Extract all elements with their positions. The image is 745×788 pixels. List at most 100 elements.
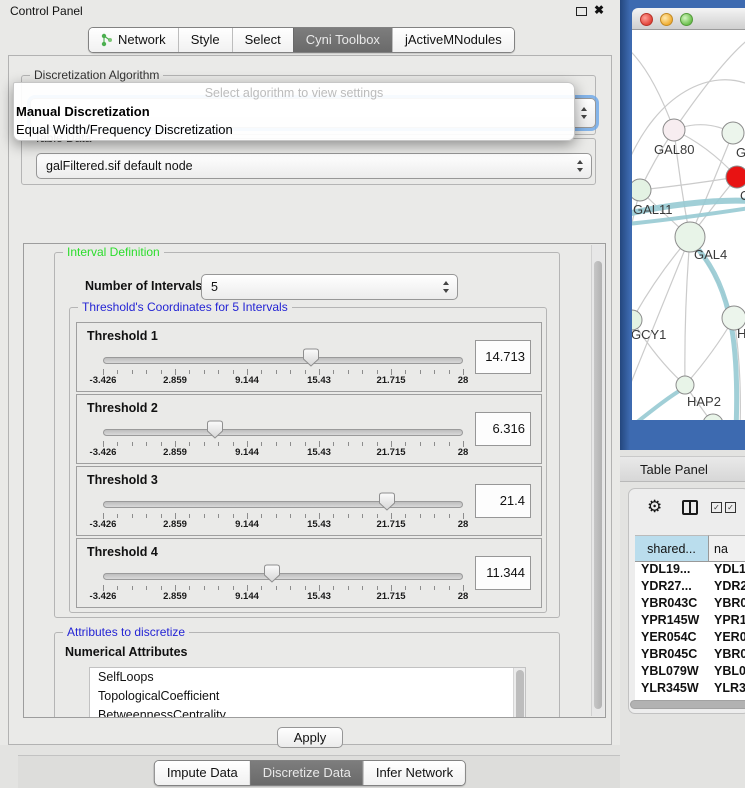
slider-thumb[interactable] [262, 563, 282, 583]
threshold-value-field[interactable]: 21.4 [475, 484, 531, 518]
cell-shared-name[interactable]: YBR045C [635, 647, 709, 664]
gear-icon[interactable]: ⚙ [647, 497, 662, 517]
control-panel-titlebar: Control Panel ✖ [0, 0, 620, 22]
tick-mark [204, 442, 205, 446]
threshold-4-panel: Threshold 4 11.344 -3.4262.8599.14415.43… [76, 538, 542, 608]
float-icon[interactable] [576, 7, 587, 16]
cell-shared-name[interactable]: YBL079W [635, 664, 709, 681]
slider-track[interactable] [103, 501, 463, 508]
slider-track[interactable] [103, 429, 463, 436]
scrollbar-thumb[interactable] [594, 261, 602, 709]
panel-scrollbar[interactable] [591, 245, 604, 716]
table-row[interactable]: YBR043CYBR0 [635, 596, 745, 613]
number-of-intervals-combobox[interactable]: 5 [201, 274, 458, 300]
table-hscrollbar[interactable] [630, 700, 745, 710]
attributes-list[interactable]: SelfLoopsTopologicalCoefficientBetweenne… [89, 667, 526, 718]
threshold-value-field[interactable]: 6.316 [475, 412, 531, 446]
cell-shared-name[interactable]: YER054C [635, 630, 709, 647]
cell-name[interactable]: YBR0 [709, 647, 745, 664]
table-row[interactable]: YBR045CYBR0 [635, 647, 745, 664]
cell-shared-name[interactable]: YBR043C [635, 596, 709, 613]
network-edge[interactable] [640, 177, 737, 190]
cell-name[interactable]: YER0 [709, 630, 745, 647]
tick-label: 2.859 [163, 375, 187, 386]
network-window-titlebar[interactable] [632, 8, 745, 30]
cell-shared-name[interactable]: YLR345W [635, 681, 709, 698]
table-row[interactable]: YPR145WYPR1 [635, 613, 745, 630]
tick-label: 15.43 [307, 519, 331, 530]
slider-thumb[interactable] [301, 347, 321, 367]
tab-infer-network[interactable]: Infer Network [363, 761, 465, 785]
network-edge[interactable] [690, 133, 733, 237]
menu-item-manual-discretization[interactable]: Manual Discretization [14, 103, 574, 121]
GAL80-node[interactable] [663, 119, 685, 141]
tab-discretize-data[interactable]: Discretize Data [250, 761, 363, 785]
tick-mark [146, 442, 147, 446]
tab-select[interactable]: Select [232, 28, 293, 52]
cell-name[interactable]: YDL1 [709, 562, 745, 579]
table-row[interactable]: YER054CYER0 [635, 630, 745, 647]
close-traffic-light[interactable] [640, 13, 653, 26]
tick-mark [276, 586, 277, 590]
node-table: shared... na YDL19...YDL1YDR27...YDR2YBR… [635, 535, 745, 700]
menu-item-equal-width-frequency[interactable]: Equal Width/Frequency Discretization [14, 121, 574, 139]
HAP2-node[interactable] [676, 376, 694, 394]
tab-cyni-toolbox[interactable]: Cyni Toolbox [293, 28, 392, 52]
number-of-intervals-label: Number of Intervals [85, 279, 202, 293]
node-label: H [737, 326, 745, 341]
table-row[interactable]: YLR345WYLR3 [635, 681, 745, 698]
network-edge[interactable] [685, 237, 690, 385]
panel-title: Control Panel [10, 4, 83, 18]
cell-shared-name[interactable]: YDR27... [635, 579, 709, 596]
tick-mark [333, 586, 334, 590]
node-label: C [740, 188, 745, 203]
cell-shared-name[interactable]: YPR145W [635, 613, 709, 630]
cell-name[interactable]: YDR2 [709, 579, 745, 596]
tab-style[interactable]: Style [178, 28, 232, 52]
threshold-value-field[interactable]: 14.713 [475, 340, 531, 374]
slider-track[interactable] [103, 357, 463, 364]
network-edge[interactable] [632, 48, 674, 130]
GAL11-node[interactable] [632, 179, 651, 201]
table-row[interactable]: YDR27...YDR2 [635, 579, 745, 596]
columns-icon[interactable] [682, 500, 698, 515]
list-item[interactable]: TopologicalCoefficient [90, 687, 525, 706]
table-row[interactable]: YBL079WYBL0 [635, 664, 745, 681]
checkbox-icon[interactable]: ✓ [725, 502, 736, 513]
zoom-traffic-light[interactable] [680, 13, 693, 26]
cell-name[interactable]: YBL0 [709, 664, 745, 681]
threshold-value-field[interactable]: 11.344 [475, 556, 531, 590]
red-node[interactable] [726, 166, 745, 188]
network-edge-thick[interactable] [632, 388, 684, 420]
list-item[interactable]: BetweennessCentrality [90, 706, 525, 718]
list-scrollbar[interactable] [513, 668, 525, 718]
minimize-traffic-light[interactable] [660, 13, 673, 26]
combo-stepper-icon [580, 107, 588, 119]
network-edge[interactable] [674, 38, 745, 130]
column-header-name[interactable]: na [709, 535, 745, 562]
checkbox-icon[interactable]: ✓ [711, 502, 722, 513]
table-row[interactable]: YDL19...YDL1 [635, 562, 745, 579]
slider-track[interactable] [103, 573, 463, 580]
tick-mark [189, 514, 190, 518]
cell-shared-name[interactable]: YDL19... [635, 562, 709, 579]
list-item[interactable]: SelfLoops [90, 668, 525, 687]
cell-name[interactable]: YPR1 [709, 613, 745, 630]
slider-thumb[interactable] [205, 419, 225, 439]
close-icon[interactable]: ✖ [594, 3, 604, 17]
column-header-shared[interactable]: shared... [635, 535, 709, 562]
node-top-right[interactable] [722, 122, 744, 144]
tick-mark [290, 442, 291, 446]
cell-name[interactable]: YBR0 [709, 596, 745, 613]
tab-jactivemnodules[interactable]: jActiveMNodules [392, 28, 514, 52]
scrollbar-thumb[interactable] [630, 700, 745, 709]
tab-label: jActiveMNodules [405, 32, 502, 47]
table-data-combobox[interactable]: galFiltered.sif default node [36, 153, 592, 179]
cell-name[interactable]: YLR3 [709, 681, 745, 698]
tab-network[interactable]: Network [89, 28, 178, 52]
node-label: GAL80 [654, 142, 694, 157]
tab-impute-data[interactable]: Impute Data [155, 761, 250, 785]
scrollbar-thumb[interactable] [516, 670, 524, 718]
slider-thumb[interactable] [377, 491, 397, 511]
network-view[interactable]: GAL80GACGAL11GAL4GCY1HHAP2 [632, 30, 745, 420]
